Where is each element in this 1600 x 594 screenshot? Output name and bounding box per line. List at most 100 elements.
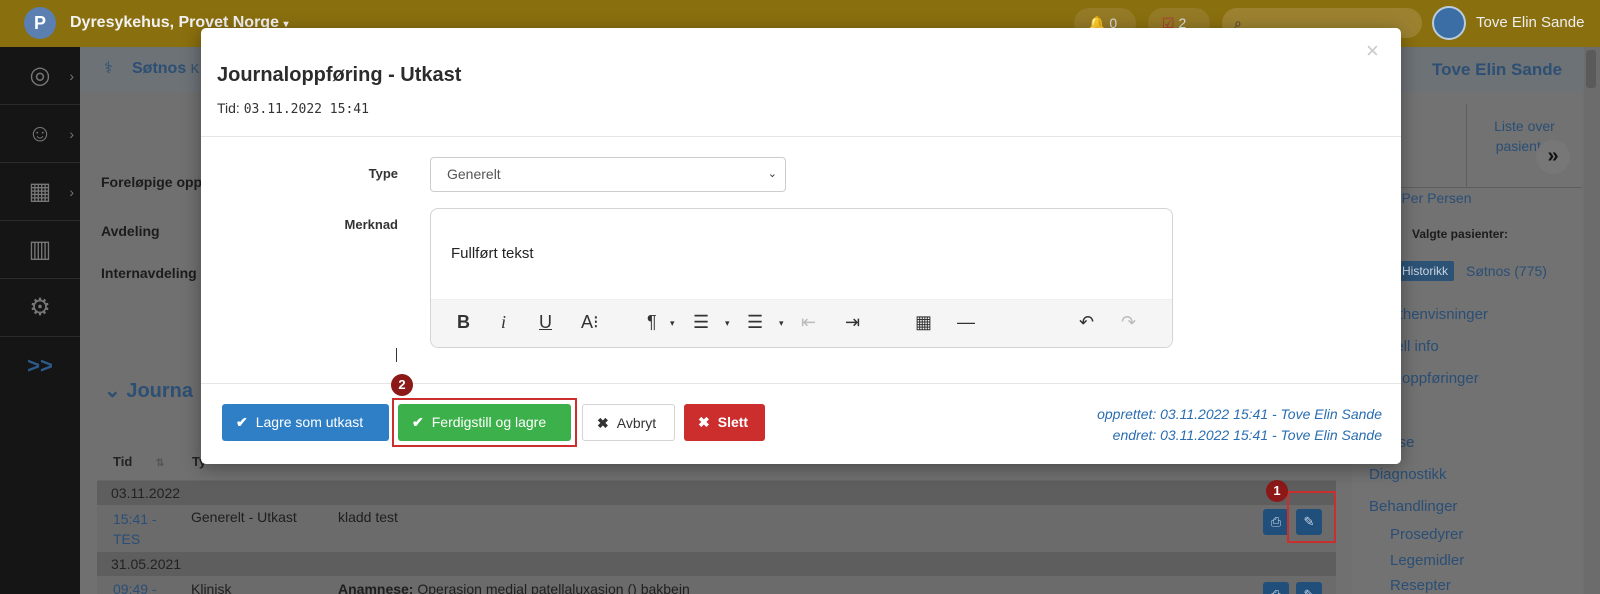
ordered-list-icon[interactable]: ☰ (693, 312, 709, 333)
nav-patients[interactable]: ☺ › (0, 105, 80, 163)
patient-name[interactable]: Søtnos K (132, 60, 199, 78)
highlight-box-edit (1287, 491, 1336, 543)
merknad-editor[interactable]: Fullført tekst B i U A⁝ ¶ ▾ ☰ ▾ ☰ ▾ ⇤ ⇥ … (430, 208, 1173, 348)
type-label: Type (368, 166, 398, 181)
cancel-label: Avbryt (616, 415, 657, 431)
panel-sublink[interactable]: Legemidler (1390, 552, 1464, 569)
gear-icon: ⚙ (29, 294, 51, 321)
user-name[interactable]: Tove Elin Sande (1476, 14, 1584, 31)
chevron-down-icon: ⌄ (104, 380, 121, 402)
nav-dashboard[interactable]: ◎ › (0, 47, 80, 105)
print-button[interactable]: ⎙ (1263, 509, 1289, 535)
panel-sublink[interactable]: Prosedyrer (1390, 526, 1463, 543)
divider (201, 383, 1401, 384)
col-tid[interactable]: Tid ⇅ (113, 454, 164, 469)
nav-expand-button[interactable]: >> (0, 337, 80, 395)
nav-settings[interactable]: ⚙ (0, 279, 80, 337)
font-size-icon[interactable]: A⁝ (581, 312, 599, 333)
collapse-panel-button[interactable]: » (1536, 140, 1570, 174)
bold-icon[interactable]: B (457, 312, 470, 333)
row-note: kladd test (338, 509, 398, 525)
journal-section-label: Journa (126, 380, 194, 402)
selected-patients-label: Valgte pasienter: (1412, 227, 1509, 241)
date-row: 03.11.2022 (97, 481, 1336, 505)
chevron-down-icon[interactable]: ▾ (779, 318, 784, 329)
check-icon: ✔ (412, 414, 424, 430)
delete-label: Slett (717, 414, 749, 430)
finalize-label: Ferdigstill og lagre (431, 414, 547, 430)
save-draft-button[interactable]: ✔ Lagre som utkast (222, 404, 389, 441)
selected-patient-link[interactable]: Søtnos (775) (1466, 263, 1547, 279)
calendar-icon: ▦ (28, 178, 52, 205)
italic-icon[interactable]: i (501, 312, 506, 333)
type-select[interactable]: Generelt ⌄ (430, 157, 786, 192)
patient-name-text: Søtnos (132, 60, 187, 77)
step-marker-2: 2 (391, 374, 413, 396)
patient-suffix: K (190, 61, 200, 76)
print-button[interactable]: ⎙ (1263, 582, 1289, 594)
delete-button[interactable]: ✖ Slett (684, 404, 765, 441)
step-marker-1: 1 (1266, 480, 1288, 502)
time-value: 03.11.2022 15:41 (243, 102, 369, 117)
outdent-icon[interactable]: ⇤ (801, 312, 816, 333)
print-icon: ⎙ (1270, 514, 1282, 529)
chevron-right-icon: › (69, 184, 74, 200)
scrollbar-thumb[interactable] (1586, 50, 1596, 88)
paragraph-icon[interactable]: ¶ (647, 312, 657, 333)
undo-icon[interactable]: ↶ (1079, 312, 1094, 333)
unordered-list-icon[interactable]: ☰ (747, 312, 763, 333)
modal-time: Tid: 03.11.2022 15:41 (217, 100, 369, 117)
cancel-button[interactable]: ✖ Avbryt (582, 404, 675, 441)
row-note: Anamnese: Operasjon medial patellaluxasj… (338, 581, 690, 594)
close-icon: ✖ (698, 414, 710, 430)
divider (201, 136, 1401, 137)
type-select-value: Generelt (447, 166, 501, 182)
close-icon: ✖ (597, 415, 609, 431)
patients-icon: ☺ (27, 120, 53, 147)
table-icon[interactable]: ▦ (915, 312, 932, 333)
dashboard-icon: ◎ (29, 62, 51, 89)
chevron-down-icon: ⌄ (767, 168, 777, 180)
row-note-text: Operasjon medial patellaluxasjon () bakb… (417, 581, 690, 594)
label-forelopige: Foreløpige opp (101, 174, 203, 190)
panel-sublink[interactable]: Resepter (1390, 577, 1451, 594)
merknad-label: Merknad (344, 217, 398, 232)
journal-section-title[interactable]: ⌄ Journa (104, 378, 193, 403)
sort-icon: ⇅ (155, 458, 165, 469)
row-time-link[interactable]: 15:41 - TES (113, 509, 173, 549)
date-row: 31.05.2021 (97, 552, 1336, 576)
chevron-right-icon: › (69, 68, 74, 84)
stethoscope-icon: ⚕ (104, 60, 113, 77)
history-badge[interactable]: Historikk (1396, 261, 1455, 281)
row-time-link[interactable]: 09:49 - (113, 581, 157, 594)
app-logo[interactable]: P (24, 7, 56, 39)
horizontal-rule-icon[interactable]: — (957, 312, 975, 333)
panel-link-diagnostikk[interactable]: Diagnostikk (1369, 466, 1447, 483)
nav-calendar[interactable]: ▦ › (0, 163, 80, 221)
panel-link-behandlinger[interactable]: Behandlinger (1369, 498, 1457, 515)
edit-button[interactable]: ✎ (1296, 582, 1322, 594)
chart-icon: ▥ (28, 236, 52, 263)
close-icon[interactable]: × (1366, 38, 1379, 64)
pencil-icon: ✎ (1304, 587, 1315, 594)
chevron-down-icon[interactable]: ▾ (725, 318, 730, 329)
scrollbar[interactable] (1584, 47, 1600, 594)
indent-icon[interactable]: ⇥ (845, 312, 860, 333)
chevron-right-icon: › (69, 126, 74, 142)
changed-info: endret: 03.11.2022 15:41 - Tove Elin San… (1112, 427, 1382, 443)
editor-content[interactable]: Fullført tekst (451, 245, 534, 262)
nav-reports[interactable]: ▥ (0, 221, 80, 279)
underline-icon[interactable]: U (539, 312, 552, 333)
save-draft-label: Lagre som utkast (255, 414, 364, 430)
check-icon: ✔ (236, 414, 248, 430)
avatar[interactable] (1432, 6, 1466, 40)
chevron-down-icon[interactable]: ▾ (670, 318, 675, 329)
editor-toolbar: B i U A⁝ ¶ ▾ ☰ ▾ ☰ ▾ ⇤ ⇥ ▦ — ↶ ↷ (431, 299, 1172, 347)
redo-icon[interactable]: ↷ (1121, 312, 1136, 333)
print-icon: ⎙ (1271, 587, 1281, 594)
finalize-button[interactable]: ✔ Ferdigstill og lagre (398, 404, 571, 441)
row-type: Generelt - Utkast (191, 509, 297, 525)
row-type: Klinisk (191, 581, 232, 594)
created-info: opprettet: 03.11.2022 15:41 - Tove Elin … (1097, 406, 1382, 422)
modal-title: Journaloppføring - Utkast (217, 64, 462, 86)
